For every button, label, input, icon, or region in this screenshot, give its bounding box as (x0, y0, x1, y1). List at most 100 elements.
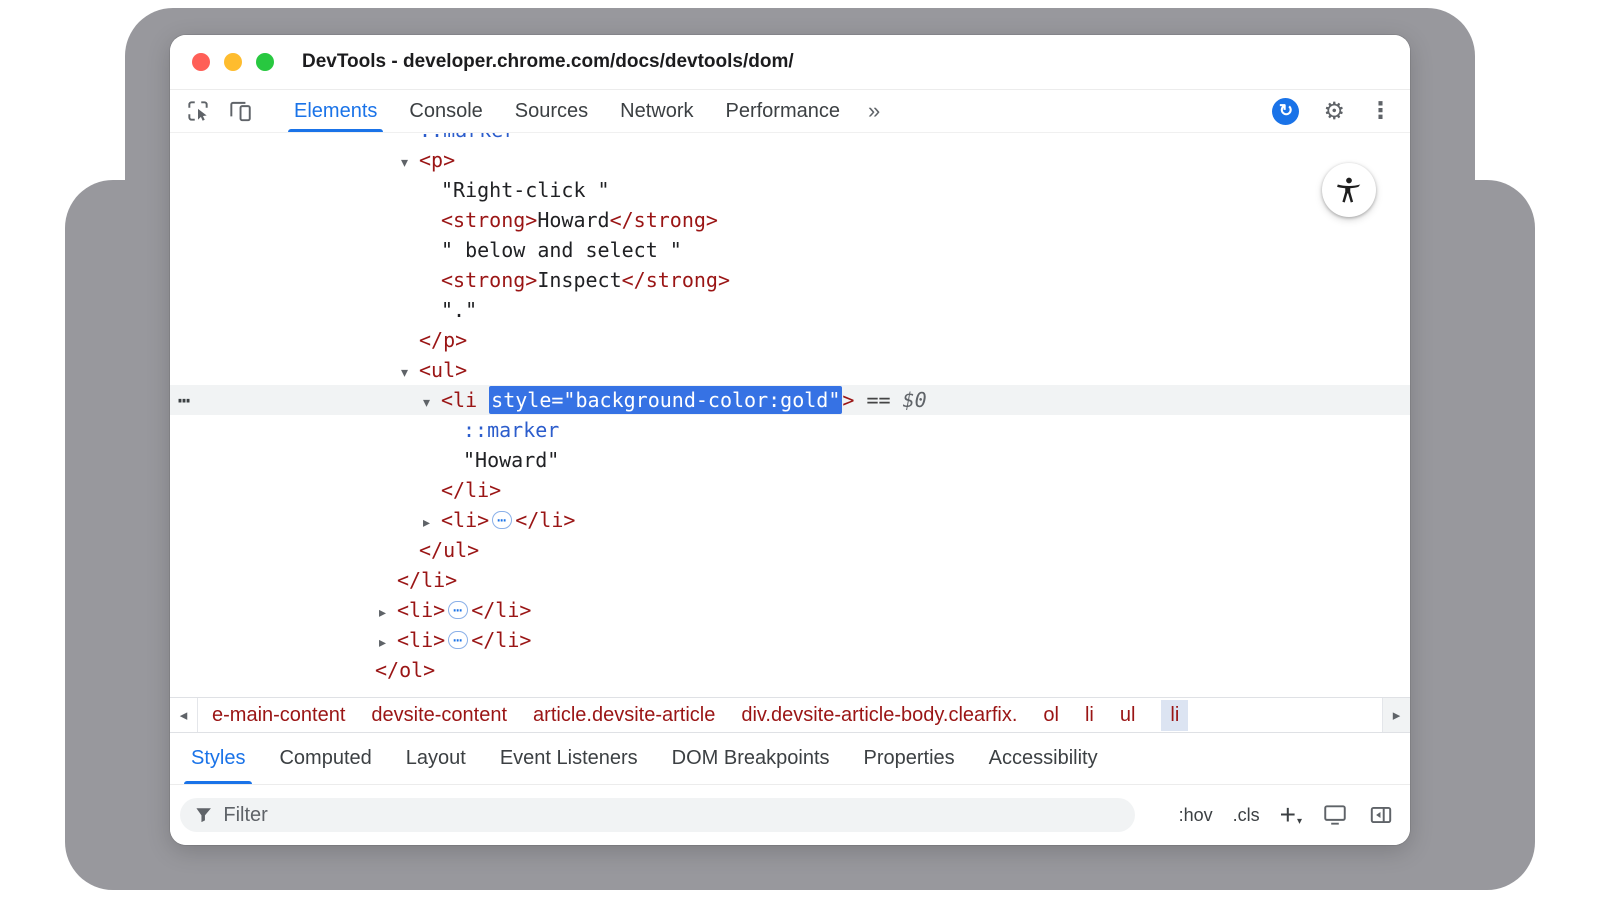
dom-line[interactable]: "Right-click " (170, 175, 1410, 205)
toggle-sidebar-icon[interactable] (1368, 802, 1394, 828)
dom-segment-tag: <li> (397, 628, 445, 652)
dom-segment-pseudo: ::marker (419, 133, 515, 142)
window-title: DevTools - developer.chrome.com/docs/dev… (302, 51, 794, 73)
dom-line[interactable]: ▸<li>⋯</li> (170, 625, 1410, 655)
tree-arrow-collapsed-icon[interactable]: ▸ (379, 598, 397, 628)
dom-segment-tag: <strong> (441, 268, 537, 292)
tab-elements[interactable]: Elements (278, 90, 393, 132)
settings-gear-icon[interactable]: ⚙ (1323, 97, 1345, 125)
tab-layout[interactable]: Layout (389, 733, 483, 784)
dom-line-selected[interactable]: ⋯▾<li style="background-color:gold"> == … (170, 385, 1410, 415)
more-panels-icon[interactable]: » (868, 98, 880, 124)
dom-segment-tag: <li> (397, 598, 445, 622)
plus-caret-icon: ▾ (1297, 816, 1302, 827)
breadcrumb-item[interactable]: e-main-content (212, 704, 345, 727)
toggle-element-classes-button[interactable]: .cls (1233, 805, 1260, 826)
inspect-element-icon[interactable] (184, 97, 212, 125)
dom-line[interactable]: </p> (170, 325, 1410, 355)
breadcrumb-item[interactable]: div.devsite-article-body.clearfix. (741, 704, 1017, 727)
styles-filter-input[interactable] (223, 804, 1121, 827)
expand-children-icon[interactable]: ⋯ (492, 511, 512, 529)
dom-segment-dollar: $0 (903, 388, 927, 412)
tab-styles[interactable]: Styles (174, 733, 262, 784)
tree-arrow-collapsed-icon[interactable]: ▸ (423, 508, 441, 538)
dom-line[interactable]: <strong>Inspect</strong> (170, 265, 1410, 295)
expand-children-icon[interactable]: ⋯ (448, 601, 468, 619)
toggle-hover-state-button[interactable]: :hov (1179, 805, 1213, 826)
dom-line[interactable]: </li> (170, 475, 1410, 505)
dom-segment-tag: </ul> (419, 538, 479, 562)
tab-accessibility[interactable]: Accessibility (972, 733, 1115, 784)
breadcrumb-bar: ◂ e-main-content devsite-content article.d… (170, 697, 1410, 733)
dom-segment-tag: </p> (419, 328, 467, 352)
devtools-tabs: ElementsConsoleSourcesNetworkPerformance (278, 90, 856, 132)
tree-arrow-collapsed-icon[interactable]: ▸ (379, 628, 397, 658)
breadcrumb-item[interactable]: ul (1120, 704, 1136, 727)
dom-line[interactable]: </ul> (170, 535, 1410, 565)
breadcrumb-item[interactable]: devsite-content (371, 704, 507, 727)
styles-toolbar-right-group: :hov .cls + ▾ (1179, 802, 1394, 828)
breadcrumb: e-main-content devsite-content article.dev… (198, 698, 1202, 732)
tab-computed[interactable]: Computed (262, 733, 388, 784)
accessibility-floating-button[interactable] (1322, 163, 1376, 217)
zoom-window-button[interactable] (256, 53, 274, 71)
row-actions-icon[interactable]: ⋯ (178, 385, 190, 415)
dom-line[interactable]: " below and select " (170, 235, 1410, 265)
breadcrumb-scroll-left-icon[interactable]: ◂ (170, 698, 198, 732)
styles-filter-box[interactable] (180, 798, 1135, 832)
dom-segment-tag: </ol> (375, 658, 435, 682)
dom-segment-tag: </li> (471, 598, 531, 622)
dom-line[interactable]: <strong>Howard</strong> (170, 205, 1410, 235)
dom-line[interactable]: ▸<li>⋯</li> (170, 505, 1410, 535)
new-style-rule-button[interactable]: + ▾ (1280, 803, 1302, 827)
dom-line[interactable]: </li> (170, 565, 1410, 595)
dom-segment-tag: </strong> (622, 268, 730, 292)
dom-line[interactable]: ▸<li>⋯</li> (170, 595, 1410, 625)
tab-event-listeners[interactable]: Event Listeners (483, 733, 655, 784)
tab-network[interactable]: Network (604, 90, 709, 132)
breadcrumb-item[interactable]: li (1085, 704, 1094, 727)
toolbar-right-group: ↻ ⚙ ⋮ (1272, 97, 1392, 125)
tab-dom-breakpoints[interactable]: DOM Breakpoints (655, 733, 847, 784)
tab-sources[interactable]: Sources (499, 90, 604, 132)
breadcrumb-item-selected[interactable]: li (1161, 700, 1188, 731)
devtools-toolbar: ElementsConsoleSourcesNetworkPerformance… (170, 90, 1410, 133)
reload-devtools-icon[interactable]: ↻ (1272, 98, 1299, 125)
dom-segment-text: "Howard" (463, 448, 559, 472)
expand-children-icon[interactable]: ⋯ (448, 631, 468, 649)
breadcrumb-scroll-right-icon[interactable]: ▸ (1382, 698, 1410, 732)
dom-line[interactable]: ▾<ul> (170, 355, 1410, 385)
dom-line[interactable]: ::marker (170, 415, 1410, 445)
dom-line[interactable]: ▾<p> (170, 145, 1410, 175)
toggle-device-toolbar-icon[interactable] (226, 97, 254, 125)
dom-line[interactable]: "." (170, 295, 1410, 325)
sidebar-panel-tabs: StylesComputedLayoutEvent ListenersDOM B… (170, 733, 1410, 785)
dom-segment-tag: </li> (515, 508, 575, 532)
dom-segment-text: "Right-click " (441, 178, 610, 202)
dom-segment-tag: <ul> (419, 358, 467, 382)
dom-segment-tag: > (842, 388, 854, 412)
minimize-window-button[interactable] (224, 53, 242, 71)
tree-arrow-expanded-icon[interactable]: ▾ (401, 358, 419, 388)
dom-segment-text: Howard (537, 208, 609, 232)
dom-segment-tag: </li> (441, 478, 501, 502)
dom-segment-tag: <li> (441, 508, 489, 532)
dom-line[interactable]: ::marker (170, 133, 1410, 145)
tab-console[interactable]: Console (393, 90, 498, 132)
dom-line[interactable]: </ol> (170, 655, 1410, 685)
dom-segment-attrsel[interactable]: style="background-color:gold" (489, 386, 842, 414)
breadcrumb-item[interactable]: article.devsite-article (533, 704, 715, 727)
breadcrumb-item[interactable]: ol (1043, 704, 1059, 727)
tab-performance[interactable]: Performance (710, 90, 857, 132)
tree-arrow-expanded-icon[interactable]: ▾ (401, 148, 419, 178)
dom-line[interactable]: "Howard" (170, 445, 1410, 475)
dom-segment-tag: <p> (419, 148, 455, 172)
dom-segment-text: "." (441, 298, 477, 322)
close-window-button[interactable] (192, 53, 210, 71)
tab-properties[interactable]: Properties (847, 733, 972, 784)
tree-arrow-expanded-icon[interactable]: ▾ (423, 388, 441, 418)
traffic-lights (192, 53, 274, 71)
rendering-emulation-icon[interactable] (1322, 802, 1348, 828)
dom-segment-tag: <strong> (441, 208, 537, 232)
customize-menu-icon[interactable]: ⋮ (1369, 98, 1392, 124)
